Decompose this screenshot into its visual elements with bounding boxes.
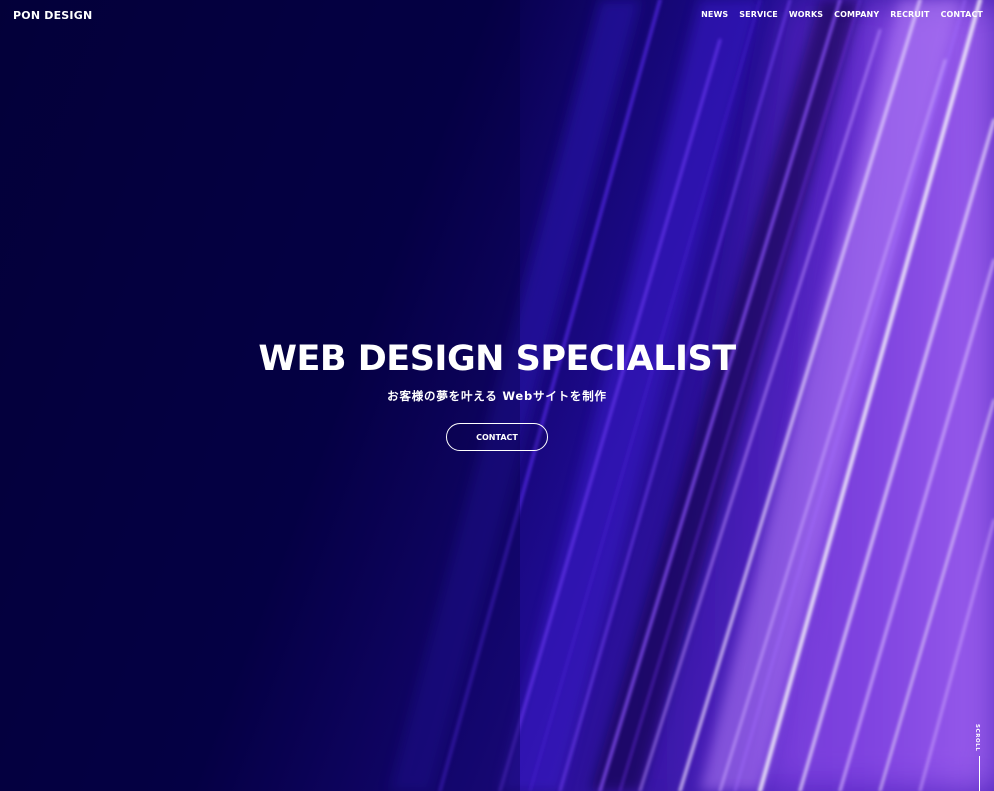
hero-section: WEB DESIGN SPECIALIST お客様の夢を叶える Webサイトを制… <box>0 338 994 451</box>
hero-title: WEB DESIGN SPECIALIST <box>258 339 736 379</box>
global-nav: NEWS SERVICE WORKS COMPANY RECRUIT CONTA… <box>701 10 983 19</box>
nav-item-recruit[interactable]: RECRUIT <box>890 10 929 19</box>
site-logo[interactable]: PON DESIGN <box>13 9 92 22</box>
scroll-line <box>979 756 980 791</box>
nav-item-works[interactable]: WORKS <box>789 10 823 19</box>
contact-button[interactable]: CONTACT <box>446 423 548 451</box>
nav-item-service[interactable]: SERVICE <box>739 10 778 19</box>
scroll-indicator[interactable]: SCROLL <box>972 722 988 791</box>
nav-item-news[interactable]: NEWS <box>701 10 728 19</box>
nav-item-company[interactable]: COMPANY <box>834 10 879 19</box>
nav-item-contact[interactable]: CONTACT <box>941 10 983 19</box>
site-header: PON DESIGN NEWS SERVICE WORKS COMPANY RE… <box>0 0 994 30</box>
scroll-label: SCROLL <box>974 724 980 752</box>
hero-subtitle: お客様の夢を叶える Webサイトを制作 <box>387 389 607 403</box>
